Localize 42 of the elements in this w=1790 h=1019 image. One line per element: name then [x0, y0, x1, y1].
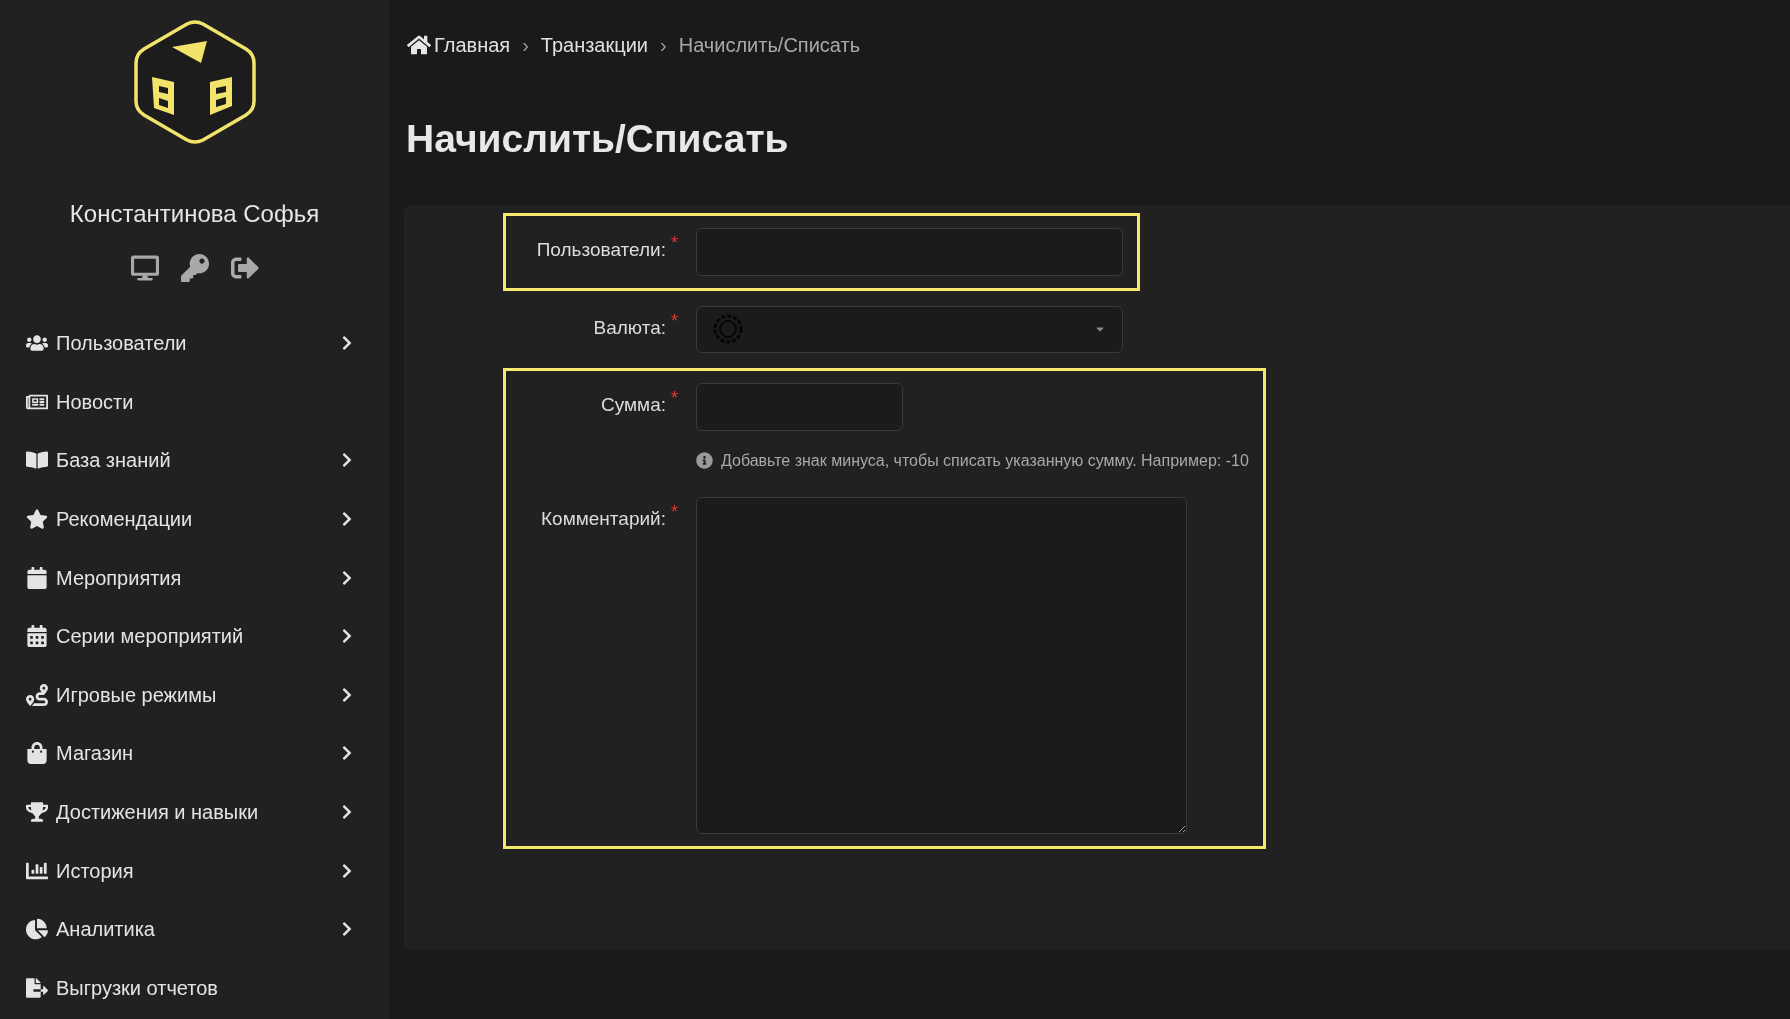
star-icon [26, 508, 48, 531]
route-icon [26, 683, 48, 706]
sidebar-item[interactable]: Игровые режимы [0, 665, 389, 725]
user-name: Константинова Софья [69, 199, 320, 229]
required-mark: * [671, 233, 678, 252]
sidebar-item[interactable]: Рекомендации [0, 489, 389, 549]
file-export-icon [26, 976, 48, 999]
key-icon[interactable] [180, 254, 209, 282]
hint-text: Добавьте знак минуса, чтобы списать указанную сумму. Например: -10 [721, 450, 1249, 471]
breadcrumb-separator: › [522, 33, 529, 58]
page-title: Начислить/Списать [405, 116, 790, 162]
sidebar-item[interactable]: Серии мероприятий [0, 606, 389, 666]
sidebar-item[interactable]: База знаний [0, 431, 389, 490]
input-field[interactable] [696, 382, 903, 431]
required-mark: * [671, 502, 678, 521]
field-label: Сумма: [601, 392, 666, 417]
required-mark: * [671, 388, 678, 407]
breadcrumb-link[interactable]: Транзакции [540, 30, 649, 60]
sidebar-item[interactable]: Новости [0, 372, 389, 432]
calendar-icon [26, 625, 48, 648]
breadcrumb-link[interactable]: Главная [434, 30, 511, 60]
breadcrumb-separator: › [660, 33, 667, 58]
field-label: Пользователи: [536, 237, 666, 262]
pie-chart-icon [26, 918, 48, 941]
field-label: Валюта: [593, 315, 666, 340]
input-field[interactable] [696, 227, 1123, 276]
home-icon[interactable] [407, 33, 431, 57]
monitor-icon[interactable] [130, 254, 159, 282]
sidebar-item[interactable]: Выгрузки отчетов [0, 958, 389, 1018]
calendar-icon [26, 566, 48, 589]
bag-icon [26, 742, 48, 765]
sidebar-item[interactable]: Пользователи [0, 314, 389, 373]
info-icon [696, 452, 713, 469]
field-label: Комментарий: [541, 506, 666, 531]
required-mark: * [671, 311, 678, 330]
sidebar-item[interactable]: История [0, 841, 389, 900]
trophy-icon [26, 801, 48, 824]
breadcrumb-current: Начислить/Списать [678, 33, 861, 58]
sidebar-item[interactable]: Аналитика [0, 899, 389, 959]
sidebar-item[interactable]: Мероприятия [0, 548, 389, 607]
sidebar-item[interactable]: Достижения и навыки [0, 782, 389, 842]
sidebar-item[interactable]: Магазин [0, 724, 389, 783]
